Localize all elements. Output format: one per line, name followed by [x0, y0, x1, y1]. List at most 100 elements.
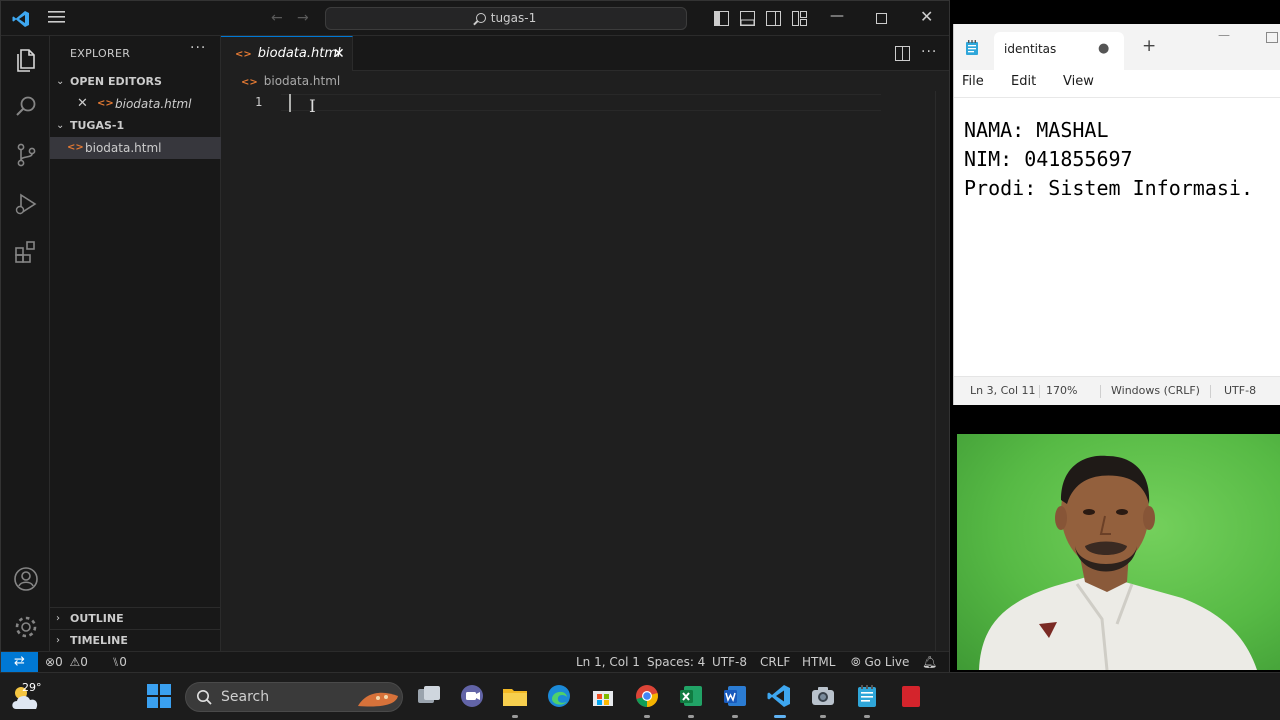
activity-bar	[1, 36, 50, 651]
running-indicator	[644, 715, 650, 718]
menu-hamburger-icon[interactable]	[48, 10, 65, 28]
notepad-minimize-icon[interactable]: —	[1218, 28, 1230, 42]
tab-label: biodata.html	[257, 46, 341, 61]
teams-chat-icon[interactable]	[459, 683, 485, 709]
word-icon[interactable]	[722, 683, 748, 709]
broadcast-icon: ⦾	[851, 655, 861, 669]
run-debug-icon[interactable]	[13, 191, 39, 217]
task-view-icon[interactable]	[416, 683, 442, 709]
windows-taskbar: 29° Search	[0, 672, 1280, 720]
html-file-icon: <>	[241, 77, 258, 88]
menu-file[interactable]: File	[962, 74, 984, 89]
new-tab-plus-icon[interactable]: +	[1142, 36, 1156, 56]
presenter-figure	[979, 455, 1257, 670]
close-window-icon[interactable]: ✕	[920, 9, 933, 25]
go-live-label: Go Live	[864, 655, 910, 669]
source-control-icon[interactable]	[13, 142, 39, 168]
current-line-highlight	[281, 94, 881, 111]
notepad-taskbar-icon[interactable]	[854, 683, 880, 709]
ports-count: 0	[119, 655, 127, 669]
command-center-search[interactable]: tugas-1	[325, 7, 687, 30]
problems-indicator[interactable]: ⊗0 ⚠0	[45, 652, 88, 672]
editor-scrollbar[interactable]	[935, 91, 949, 651]
back-arrow-icon[interactable]: ←	[271, 10, 283, 26]
folder-label: TUGAS-1	[70, 119, 125, 132]
chevron-down-icon: ⌄	[56, 76, 65, 87]
indentation-setting[interactable]: Spaces: 4	[647, 652, 705, 672]
chrome-browser-icon[interactable]	[634, 683, 660, 709]
split-editor-icon[interactable]	[895, 46, 910, 61]
close-tab-icon[interactable]: ✕	[333, 37, 345, 71]
html-file-icon: <>	[235, 49, 252, 60]
warning-count: 0	[80, 655, 88, 669]
maximize-icon[interactable]	[876, 13, 887, 24]
notepad-maximize-icon[interactable]	[1266, 32, 1278, 43]
extensions-icon[interactable]	[13, 239, 39, 265]
menu-edit[interactable]: Edit	[1011, 74, 1036, 89]
vscode-window: ← → tugas-1 — ✕ EXPLORER ··· ⌄ OPEN EDIT…	[0, 0, 950, 672]
language-mode[interactable]: HTML	[802, 652, 835, 672]
folder-section[interactable]: ⌄ TUGAS-1	[50, 115, 221, 137]
notifications-bell-icon[interactable]: 🔔︎	[922, 652, 937, 672]
toggle-panel-icon[interactable]	[740, 11, 755, 26]
camera-icon[interactable]	[810, 683, 836, 709]
editor-more-actions-icon[interactable]: ···	[921, 44, 937, 60]
menu-view[interactable]: View	[1063, 74, 1094, 89]
vscode-logo-icon	[12, 11, 29, 27]
cursor-position[interactable]: Ln 1, Col 1	[576, 652, 640, 672]
settings-gear-icon[interactable]	[13, 614, 39, 640]
ports-indicator[interactable]: ⑊0	[112, 652, 127, 672]
edge-browser-icon[interactable]	[546, 683, 572, 709]
toggle-primary-sidebar-icon[interactable]	[714, 11, 729, 26]
microsoft-store-icon[interactable]	[590, 683, 616, 709]
timeline-label: TIMELINE	[70, 634, 128, 647]
text-caret	[289, 94, 291, 112]
customize-layout-icon[interactable]	[792, 11, 807, 26]
error-count: 0	[55, 655, 63, 669]
more-actions-icon[interactable]: ···	[190, 40, 206, 56]
notepad-app-icon	[966, 40, 978, 55]
forward-arrow-icon[interactable]: →	[297, 10, 309, 26]
timeline-section[interactable]: › TIMELINE	[50, 629, 221, 651]
tab-biodata-html[interactable]: <> biodata.html ✕	[221, 36, 353, 71]
outline-section[interactable]: › OUTLINE	[50, 607, 221, 629]
open-editor-item[interactable]: ✕ <> biodata.html	[50, 93, 221, 115]
minimize-icon[interactable]: —	[830, 8, 844, 24]
notepad-status-bar: Ln 3, Col 11 170% Windows (CRLF) UTF-8	[954, 376, 1280, 405]
search-icon	[197, 690, 212, 705]
search-icon[interactable]	[13, 94, 39, 120]
webcam-overlay	[957, 434, 1280, 670]
text-line: NAMA: MASHAL	[964, 118, 1109, 142]
breadcrumb[interactable]: <> biodata.html	[241, 74, 340, 88]
open-editors-section[interactable]: ⌄ OPEN EDITORS	[50, 71, 221, 93]
explorer-title: EXPLORER	[70, 47, 131, 60]
end-of-line[interactable]: CRLF	[760, 652, 790, 672]
search-icon	[475, 13, 486, 23]
code-editor[interactable]: <> biodata.html 1 I	[221, 71, 949, 651]
go-live-button[interactable]: ⦾ Go Live	[851, 652, 909, 672]
editor-tab-bar: <> biodata.html ✕ ···	[221, 36, 949, 71]
active-indicator	[774, 715, 786, 718]
toggle-secondary-sidebar-icon[interactable]	[766, 11, 781, 26]
file-tree-filename: biodata.html	[85, 141, 162, 155]
pdf-reader-icon[interactable]	[898, 683, 924, 709]
running-indicator	[512, 715, 518, 718]
explorer-files-icon[interactable]	[13, 47, 39, 73]
excel-icon[interactable]	[678, 683, 704, 709]
vscode-taskbar-icon[interactable]	[766, 683, 792, 709]
notepad-text-area[interactable]: NAMA: MASHAL NIM: 041855697 Prodi: Sistem …	[964, 116, 1253, 203]
close-editor-icon[interactable]: ✕	[77, 93, 88, 115]
search-label: Search	[221, 689, 270, 705]
windows-start-icon[interactable]	[146, 683, 172, 709]
np-encoding: UTF-8	[1224, 384, 1257, 397]
remote-indicator-icon[interactable]: ⇄	[1, 652, 38, 672]
np-line-ending: Windows (CRLF)	[1111, 384, 1200, 397]
file-encoding[interactable]: UTF-8	[712, 652, 747, 672]
account-icon[interactable]	[13, 566, 39, 592]
notepad-tab[interactable]: identitas ●	[994, 32, 1124, 70]
file-tree-item[interactable]: <> biodata.html	[50, 137, 221, 159]
taskbar-search[interactable]: Search	[185, 682, 403, 712]
file-explorer-icon[interactable]	[502, 683, 528, 709]
unsaved-dot-icon[interactable]: ●	[1098, 32, 1109, 66]
workspace-title: tugas-1	[490, 11, 537, 25]
